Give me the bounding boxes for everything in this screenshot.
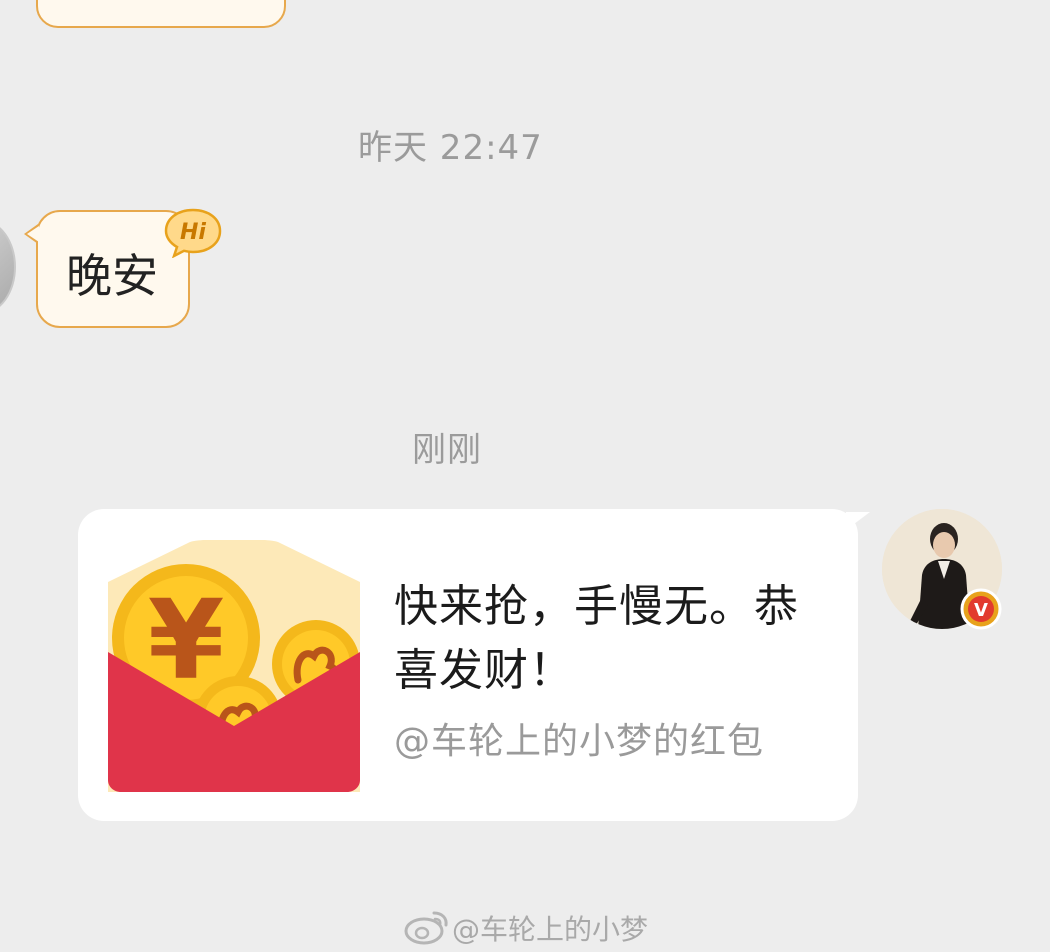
incoming-bubble-tail-inner	[27, 226, 39, 242]
verified-badge-icon: V	[960, 588, 1002, 630]
previous-message-bubble[interactable]	[36, 0, 286, 28]
timestamp-yesterday: 昨天 22:47	[358, 128, 543, 168]
red-envelope-icon: ¥	[108, 540, 360, 792]
watermark-text: @车轮上的小梦	[452, 913, 649, 946]
red-packet-subtitle: @车轮上的小梦的红包	[394, 721, 765, 762]
verified-badge-text: V	[974, 600, 988, 621]
hi-badge-text: Hi	[180, 220, 206, 245]
sender-avatar[interactable]	[0, 220, 16, 314]
weibo-logo-icon	[404, 911, 448, 945]
hi-bubble-icon: Hi	[164, 208, 222, 258]
incoming-message-text: 晚安	[66, 249, 158, 303]
red-packet-card-tail	[846, 512, 870, 530]
red-packet-title: 快来抢，手慢无。恭喜发财！	[394, 581, 799, 696]
timestamp-now: 刚刚	[412, 430, 482, 470]
